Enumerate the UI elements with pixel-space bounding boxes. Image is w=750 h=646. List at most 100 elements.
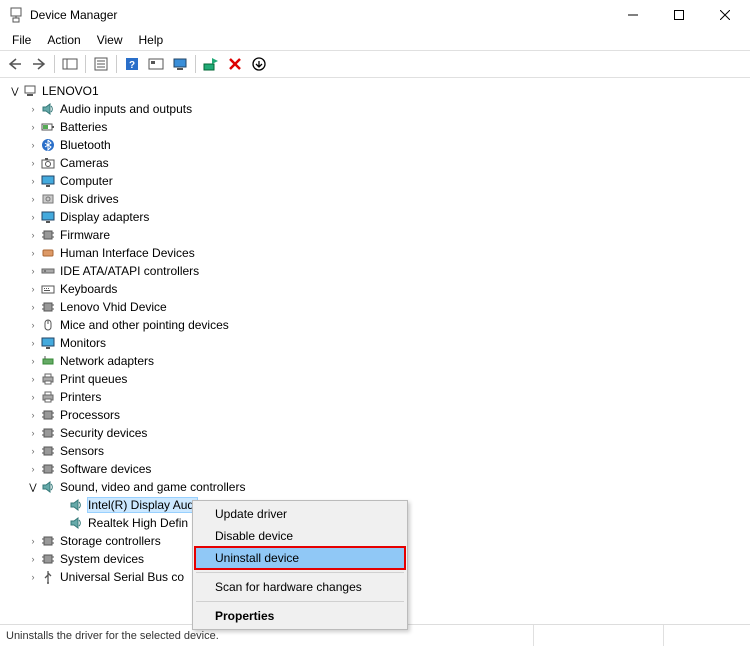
expand-arrow-icon[interactable]: › xyxy=(26,464,40,474)
menubar: File Action View Help xyxy=(0,30,750,50)
expand-arrow-icon[interactable]: › xyxy=(26,176,40,186)
tree-category[interactable]: › Software devices xyxy=(8,460,746,478)
disable-button[interactable] xyxy=(248,53,270,75)
update-driver-button[interactable] xyxy=(200,53,222,75)
category-label: Bluetooth xyxy=(60,138,111,152)
expand-arrow-icon[interactable]: › xyxy=(26,140,40,150)
tree-root[interactable]: ⋁ LENOVO1 xyxy=(8,82,746,100)
show-hide-tree-button[interactable] xyxy=(59,53,81,75)
expand-arrow-icon[interactable]: › xyxy=(26,158,40,168)
computer-icon xyxy=(40,173,56,189)
tree-category[interactable]: ›Firmware xyxy=(8,226,746,244)
toolbar-sep xyxy=(85,55,86,73)
cm-uninstall-device[interactable]: Uninstall device xyxy=(195,547,405,569)
cameras-icon xyxy=(40,155,56,171)
tree-category[interactable]: ›Lenovo Vhid Device xyxy=(8,298,746,316)
expand-arrow-icon[interactable]: › xyxy=(26,572,40,582)
expand-arrow-icon[interactable]: › xyxy=(26,374,40,384)
tree-category[interactable]: ›Cameras xyxy=(8,154,746,172)
cm-separator xyxy=(196,601,404,602)
category-label: System devices xyxy=(60,552,144,566)
expand-arrow-icon[interactable]: › xyxy=(26,356,40,366)
printq-icon xyxy=(40,371,56,387)
tree-category[interactable]: › Print queues xyxy=(8,370,746,388)
category-label: Human Interface Devices xyxy=(60,246,195,260)
svg-text:?: ? xyxy=(129,60,135,71)
cm-update-driver[interactable]: Update driver xyxy=(195,503,405,525)
expand-arrow-icon[interactable]: › xyxy=(26,338,40,348)
expand-arrow-icon[interactable]: › xyxy=(26,248,40,258)
category-label: Sound, video and game controllers xyxy=(60,480,245,494)
expand-arrow-icon[interactable]: ⋁ xyxy=(8,86,22,97)
tree-category[interactable]: › Human Interface Devices xyxy=(8,244,746,262)
tree-category[interactable]: ›Disk drives xyxy=(8,190,746,208)
minimize-button[interactable] xyxy=(610,0,656,30)
tree-category[interactable]: › Keyboards xyxy=(8,280,746,298)
tree-category[interactable]: ›Batteries xyxy=(8,118,746,136)
maximize-button[interactable] xyxy=(656,0,702,30)
keyboards-icon xyxy=(40,281,56,297)
display-icon xyxy=(40,209,56,225)
expand-arrow-icon[interactable]: › xyxy=(26,392,40,402)
expand-arrow-icon[interactable]: › xyxy=(26,446,40,456)
expand-arrow-icon[interactable]: › xyxy=(26,212,40,222)
collapse-arrow-icon[interactable]: ⋁ xyxy=(26,482,40,493)
category-label: Display adapters xyxy=(60,210,149,224)
menu-view[interactable]: View xyxy=(89,31,131,49)
expand-arrow-icon[interactable]: › xyxy=(26,320,40,330)
expand-arrow-icon[interactable]: › xyxy=(26,122,40,132)
expand-arrow-icon[interactable]: › xyxy=(26,410,40,420)
tree-category[interactable]: ›Printers xyxy=(8,388,746,406)
tree-category[interactable]: ›Security devices xyxy=(8,424,746,442)
batteries-icon xyxy=(40,119,56,135)
menu-action[interactable]: Action xyxy=(39,31,88,49)
tree-category[interactable]: ⋁ Sound, video and game controllers xyxy=(8,478,746,496)
category-label: Keyboards xyxy=(60,282,117,296)
cm-disable-device[interactable]: Disable device xyxy=(195,525,405,547)
scan-hardware-button[interactable] xyxy=(169,53,191,75)
category-label: Software devices xyxy=(60,462,151,476)
toolbar-action1-button[interactable] xyxy=(145,53,167,75)
toolbar: ? xyxy=(0,50,750,78)
disk-icon xyxy=(40,191,56,207)
expand-arrow-icon[interactable]: › xyxy=(26,266,40,276)
help-button[interactable]: ? xyxy=(121,53,143,75)
expand-arrow-icon[interactable]: › xyxy=(26,194,40,204)
tree-category[interactable]: ›IDE ATA/ATAPI controllers xyxy=(8,262,746,280)
cm-properties[interactable]: Properties xyxy=(195,605,405,627)
tree-category[interactable]: ›Mice and other pointing devices xyxy=(8,316,746,334)
mice-icon xyxy=(40,317,56,333)
expand-arrow-icon[interactable]: › xyxy=(26,284,40,294)
expand-arrow-icon[interactable]: › xyxy=(26,554,40,564)
sound-icon xyxy=(40,479,56,495)
forward-button[interactable] xyxy=(28,53,50,75)
tree-category[interactable]: › Network adapters xyxy=(8,352,746,370)
category-label: Processors xyxy=(60,408,120,422)
menu-help[interactable]: Help xyxy=(131,31,172,49)
category-label: Network adapters xyxy=(60,354,154,368)
toolbar-sep xyxy=(116,55,117,73)
back-button[interactable] xyxy=(4,53,26,75)
tree-category[interactable]: ›Audio inputs and outputs xyxy=(8,100,746,118)
computer-icon xyxy=(22,83,38,99)
tree-category[interactable]: ›Monitors xyxy=(8,334,746,352)
expand-arrow-icon[interactable]: › xyxy=(26,104,40,114)
expand-arrow-icon[interactable]: › xyxy=(26,428,40,438)
uninstall-button[interactable] xyxy=(224,53,246,75)
close-button[interactable] xyxy=(702,0,748,30)
tree-category[interactable]: ›Sensors xyxy=(8,442,746,460)
category-label: Print queues xyxy=(60,372,127,386)
expand-arrow-icon[interactable]: › xyxy=(26,536,40,546)
tree-category[interactable]: ›Computer xyxy=(8,172,746,190)
expand-arrow-icon[interactable]: › xyxy=(26,302,40,312)
window-title: Device Manager xyxy=(30,8,610,22)
bluetooth-icon xyxy=(40,137,56,153)
tree-category[interactable]: › Processors xyxy=(8,406,746,424)
cm-scan-hardware[interactable]: Scan for hardware changes xyxy=(195,576,405,598)
network-icon xyxy=(40,353,56,369)
tree-category[interactable]: › Bluetooth xyxy=(8,136,746,154)
menu-file[interactable]: File xyxy=(4,31,39,49)
expand-arrow-icon[interactable]: › xyxy=(26,230,40,240)
tree-category[interactable]: › Display adapters xyxy=(8,208,746,226)
properties-button[interactable] xyxy=(90,53,112,75)
